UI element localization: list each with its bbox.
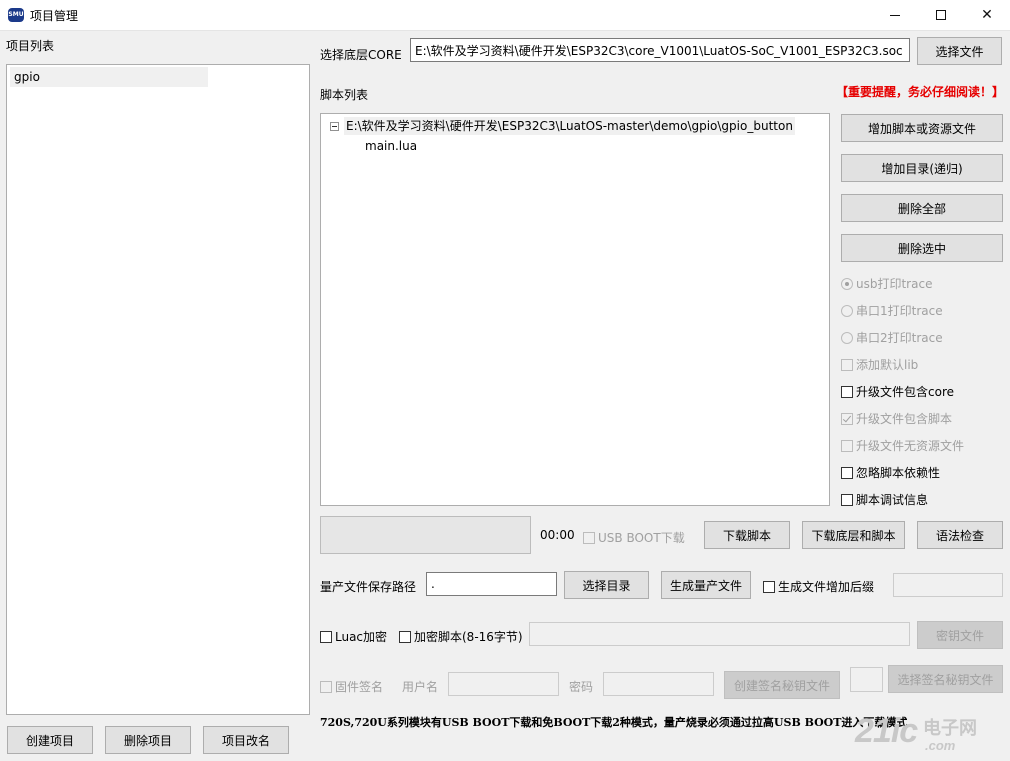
- username-label: 用户名: [402, 680, 439, 694]
- checkbox-icon: [763, 580, 775, 593]
- mass-production-label: 量产文件保存路径: [320, 580, 417, 594]
- checkbox-icon: [841, 493, 853, 506]
- maximize-icon: [936, 10, 946, 20]
- script-list-label: 脚本列表: [320, 88, 369, 102]
- select-key-file-button[interactable]: 选择签名秘钥文件: [888, 665, 1003, 693]
- add-suffix-label: 生成文件增加后缀: [778, 580, 875, 594]
- encrypt-script-checkbox[interactable]: 加密脚本(8-16字节): [399, 628, 523, 645]
- maximize-button[interactable]: [918, 0, 964, 31]
- project-item-gpio[interactable]: gpio: [10, 67, 208, 87]
- close-button[interactable]: ✕: [964, 0, 1010, 31]
- tree-root-label: E:\软件及学习资料\硬件开发\ESP32C3\LuatOS-master\de…: [346, 119, 793, 133]
- firmware-sign-label: 固件签名: [335, 680, 384, 694]
- checkbox-checked-icon: [841, 412, 853, 425]
- delete-selected-button[interactable]: 删除选中: [841, 234, 1003, 262]
- add-script-file-button[interactable]: 增加脚本或资源文件: [841, 114, 1003, 142]
- password-label: 密码: [569, 680, 594, 694]
- key-file-button[interactable]: 密钥文件: [917, 621, 1003, 649]
- sign-key-preview: [850, 667, 883, 692]
- core-path-input[interactable]: [410, 38, 910, 62]
- close-icon: ✕: [981, 7, 993, 23]
- uart1-trace-radio[interactable]: 串口1打印trace: [841, 302, 943, 319]
- luac-encrypt-checkbox[interactable]: Luac加密: [320, 628, 387, 645]
- download-script-button[interactable]: 下载脚本: [704, 521, 790, 549]
- include-script-checkbox[interactable]: 升级文件包含脚本: [841, 410, 952, 427]
- uart2-trace-radio[interactable]: 串口2打印trace: [841, 329, 943, 346]
- debug-info-label: 脚本调试信息: [856, 493, 929, 507]
- checkbox-icon: [841, 439, 853, 452]
- project-list[interactable]: gpio: [6, 64, 310, 715]
- radio-checked-icon: [841, 277, 853, 290]
- select-core-button[interactable]: 选择文件: [917, 37, 1002, 65]
- usb-trace-label: usb打印trace: [856, 277, 933, 291]
- encrypt-script-label: 加密脚本(8-16字节): [414, 630, 523, 644]
- project-list-label: 项目列表: [6, 39, 55, 53]
- create-key-file-button[interactable]: 创建签名秘钥文件: [724, 671, 840, 699]
- debug-info-checkbox[interactable]: 脚本调试信息: [841, 491, 928, 508]
- minimize-button[interactable]: [872, 0, 918, 31]
- delete-all-button[interactable]: 删除全部: [841, 194, 1003, 222]
- core-label: 选择底层CORE: [320, 48, 402, 62]
- firmware-sign-checkbox[interactable]: 固件签名: [320, 678, 383, 695]
- checkbox-icon: [320, 630, 332, 643]
- add-default-lib-checkbox[interactable]: 添加默认lib: [841, 356, 918, 373]
- checkbox-icon: [841, 466, 853, 479]
- uart1-trace-label: 串口1打印trace: [856, 304, 943, 318]
- rename-project-button[interactable]: 项目改名: [203, 726, 289, 754]
- watermark-sub-text: .com: [925, 738, 956, 753]
- add-suffix-checkbox[interactable]: 生成文件增加后缀: [763, 578, 874, 595]
- watermark-cn-text: 电子网: [923, 718, 977, 738]
- checkbox-icon: [841, 358, 853, 371]
- minimize-icon: [890, 14, 900, 16]
- checkbox-icon: [841, 385, 853, 398]
- encrypt-key-input[interactable]: [529, 622, 910, 646]
- password-input[interactable]: [603, 672, 714, 696]
- ignore-deps-label: 忽略脚本依赖性: [856, 466, 941, 480]
- checkbox-icon: [399, 630, 411, 643]
- watermark-logo: 21ic 电子网 .com: [855, 712, 1005, 757]
- mass-production-path-input[interactable]: [426, 572, 557, 596]
- delete-project-button[interactable]: 删除项目: [105, 726, 191, 754]
- syntax-check-button[interactable]: 语法检查: [917, 521, 1003, 549]
- collapse-icon[interactable]: [330, 122, 339, 131]
- project-item-label: gpio: [14, 70, 40, 84]
- usb-trace-radio[interactable]: usb打印trace: [841, 275, 932, 292]
- usb-boot-label: USB BOOT下载: [598, 531, 685, 545]
- watermark-main-text: 21ic: [855, 712, 918, 750]
- tree-root-folder[interactable]: E:\软件及学习资料\硬件开发\ESP32C3\LuatOS-master\de…: [344, 117, 795, 135]
- checkbox-icon: [583, 531, 595, 544]
- tree-file-label: main.lua: [365, 139, 418, 153]
- select-directory-button[interactable]: 选择目录: [564, 571, 649, 599]
- ignore-deps-checkbox[interactable]: 忽略脚本依赖性: [841, 464, 940, 481]
- usb-boot-note: 720S,720U系列模块有USB BOOT下载和免BOOT下载2种模式，量产烧…: [320, 716, 908, 729]
- radio-icon: [841, 331, 853, 344]
- luac-encrypt-label: Luac加密: [335, 630, 388, 644]
- no-resource-checkbox[interactable]: 升级文件无资源文件: [841, 437, 964, 454]
- tree-file-item[interactable]: main.lua: [365, 137, 417, 155]
- download-core-script-button[interactable]: 下载底层和脚本: [802, 521, 905, 549]
- add-default-lib-label: 添加默认lib: [856, 358, 919, 372]
- app-logo-icon: SMU: [8, 8, 24, 22]
- script-tree[interactable]: E:\软件及学习资料\硬件开发\ESP32C3\LuatOS-master\de…: [320, 113, 830, 506]
- window-title: 项目管理: [30, 9, 79, 23]
- radio-icon: [841, 304, 853, 317]
- progress-bar: [320, 516, 531, 554]
- timer-display: 00:00: [540, 528, 575, 542]
- usb-boot-checkbox[interactable]: USB BOOT下载: [583, 529, 685, 546]
- include-script-label: 升级文件包含脚本: [856, 412, 953, 426]
- add-directory-button[interactable]: 增加目录(递归): [841, 154, 1003, 182]
- include-core-checkbox[interactable]: 升级文件包含core: [841, 383, 954, 400]
- generate-mass-file-button[interactable]: 生成量产文件: [661, 571, 751, 599]
- include-core-label: 升级文件包含core: [856, 385, 954, 399]
- checkbox-icon: [320, 680, 332, 693]
- no-resource-label: 升级文件无资源文件: [856, 439, 965, 453]
- suffix-input[interactable]: [893, 573, 1003, 597]
- important-warning-link[interactable]: 【重要提醒，务必仔细阅读！】: [836, 83, 1004, 100]
- create-project-button[interactable]: 创建项目: [7, 726, 93, 754]
- username-input[interactable]: [448, 672, 559, 696]
- title-bar: SMU 项目管理 ✕: [0, 0, 1010, 31]
- uart2-trace-label: 串口2打印trace: [856, 331, 943, 345]
